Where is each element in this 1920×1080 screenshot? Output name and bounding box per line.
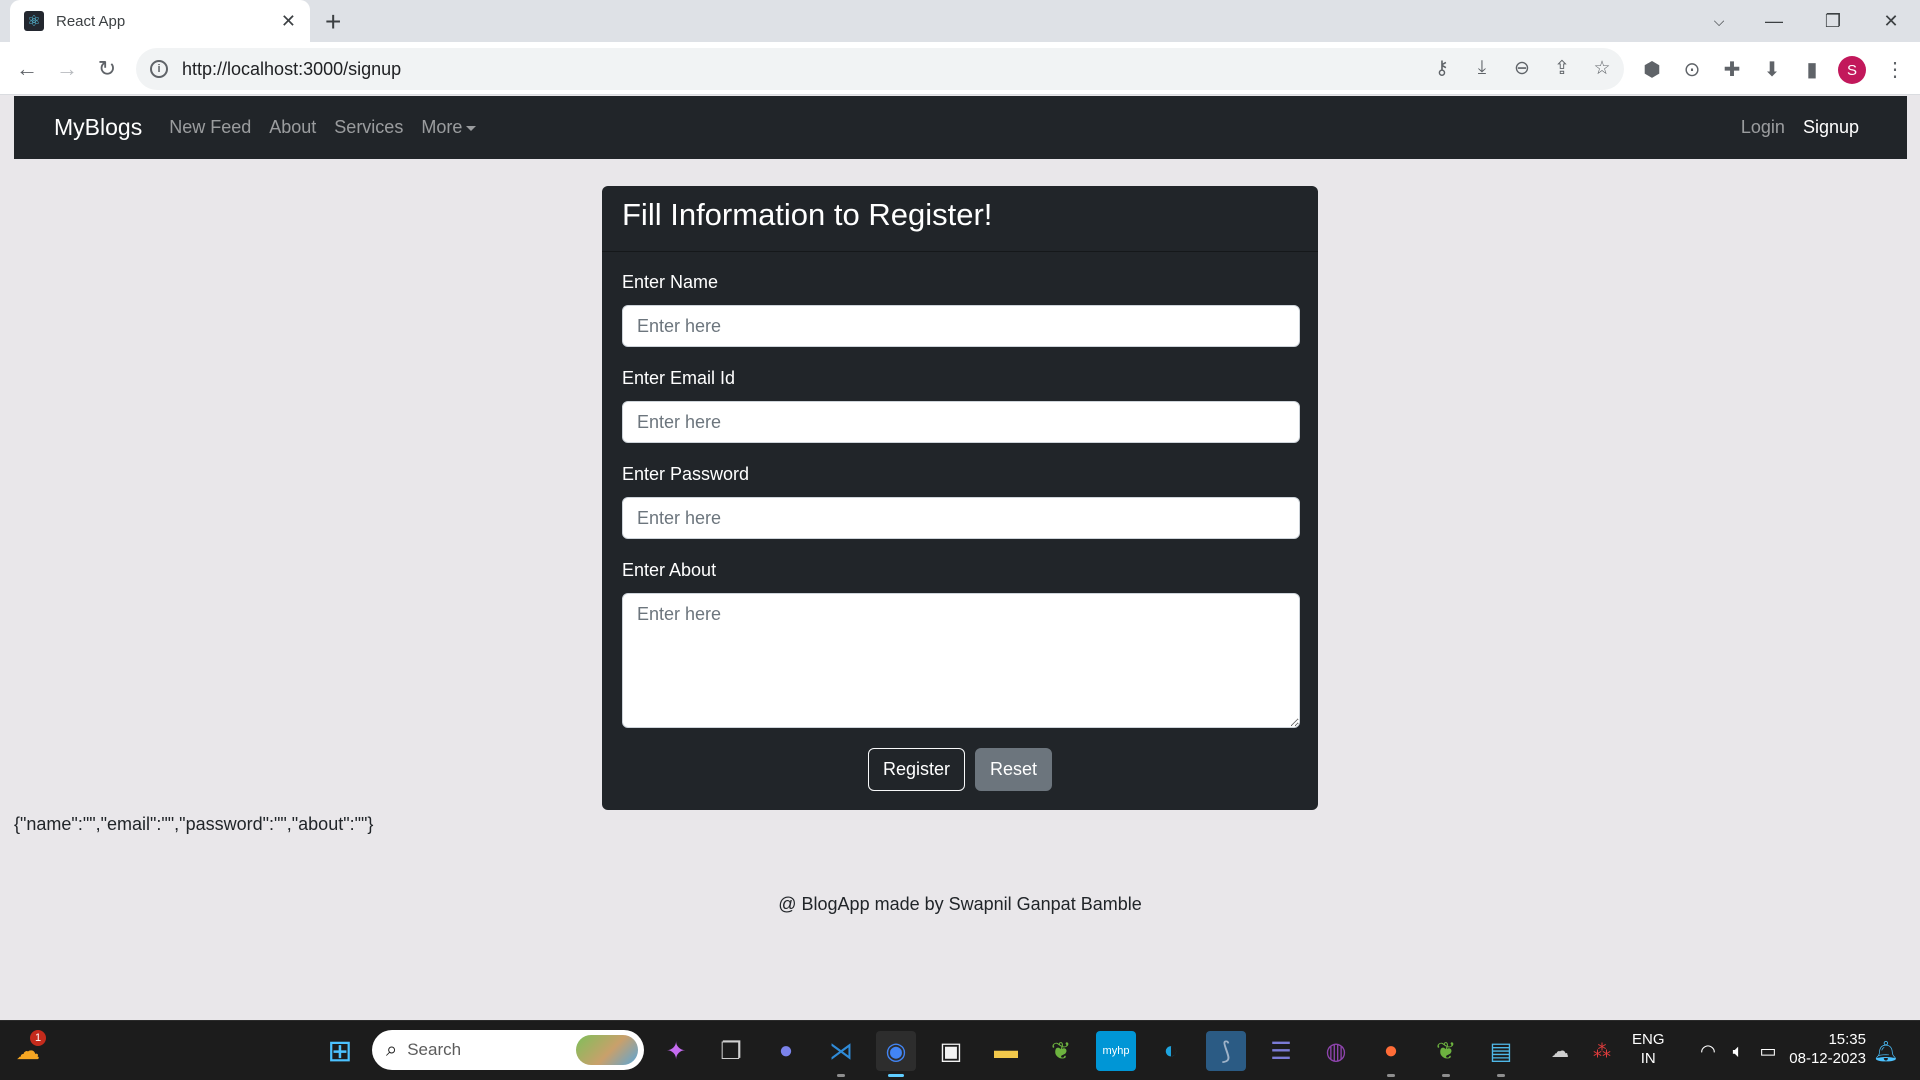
forward-arrow-icon[interactable]: → xyxy=(52,54,82,84)
menu-kebab-icon[interactable]: ⋮ xyxy=(1880,54,1910,84)
chrome-icon[interactable]: ◉ xyxy=(876,1031,916,1077)
browser-tab-bar: ⚛ React App ✕ + ⌵ — ❐ ✕ xyxy=(0,0,1920,42)
register-button[interactable]: Register xyxy=(867,748,965,791)
clock[interactable]: 15:35 08-12-2023 xyxy=(1782,1030,1866,1068)
task-view-icon[interactable]: ❐ xyxy=(711,1031,751,1071)
url-text[interactable]: http://localhost:3000/signup xyxy=(182,59,401,80)
card-header: Fill Information to Register! xyxy=(602,186,1318,252)
tab-title: React App xyxy=(56,12,126,30)
email-input[interactable] xyxy=(622,401,1300,443)
notification-bell-icon[interactable]: 🔔︎ xyxy=(1866,1031,1906,1071)
tray-app-icon[interactable]: ⁂ xyxy=(1582,1031,1622,1071)
running-indicator xyxy=(837,1074,845,1077)
password-group: Enter Password xyxy=(622,464,1300,539)
extension-cube-icon[interactable]: ⬢ xyxy=(1637,54,1667,84)
search-icon: ⌕ xyxy=(386,1038,398,1061)
react-favicon-icon: ⚛ xyxy=(24,11,44,31)
running-indicator xyxy=(1497,1074,1505,1077)
myhp-icon[interactable]: myhp xyxy=(1096,1031,1136,1071)
about-group: Enter About xyxy=(622,560,1300,733)
search-placeholder: Search xyxy=(407,1040,462,1059)
github-desktop-icon[interactable]: ◍ xyxy=(1316,1031,1356,1071)
bookmark-star-icon[interactable]: ☆ xyxy=(1588,54,1616,82)
side-panel-icon[interactable]: ▮ xyxy=(1797,54,1827,84)
browser-tab[interactable]: ⚛ React App ✕ xyxy=(10,0,310,42)
password-label: Enter Password xyxy=(622,464,750,484)
extensions-puzzle-icon[interactable]: ✚ xyxy=(1717,54,1747,84)
nav-link-login[interactable]: Login xyxy=(1741,117,1785,138)
minimize-icon[interactable]: — xyxy=(1749,0,1799,42)
site-info-icon[interactable]: i xyxy=(150,60,168,78)
email-group: Enter Email Id xyxy=(622,368,1300,443)
taskbar-search[interactable]: ⌕ Search xyxy=(372,1030,644,1070)
running-indicator xyxy=(1387,1074,1395,1077)
name-group: Enter Name xyxy=(622,272,1300,347)
extension-code-icon[interactable]: ⊙ xyxy=(1677,54,1707,84)
nav-dropdown-more-label: More xyxy=(421,117,463,137)
restore-icon[interactable]: ❐ xyxy=(1808,0,1858,42)
share-icon[interactable]: ⇪ xyxy=(1548,54,1576,82)
copilot-preview-icon[interactable]: ✦ xyxy=(656,1031,696,1071)
spring-tools-2-icon[interactable]: ❦ xyxy=(1426,1031,1466,1077)
nav-link-services[interactable]: Services xyxy=(334,117,403,138)
key-icon[interactable]: ⚷ xyxy=(1428,54,1456,82)
brand-link[interactable]: MyBlogs xyxy=(54,114,142,141)
address-bar[interactable]: i http://localhost:3000/signup xyxy=(136,48,1624,90)
password-input[interactable] xyxy=(622,497,1300,539)
spring-tools-icon[interactable]: ❦ xyxy=(1041,1031,1081,1071)
close-tab-icon[interactable]: ✕ xyxy=(281,11,296,32)
eclipse-icon[interactable]: ☰ xyxy=(1261,1031,1301,1071)
page-footer: @ BlogApp made by Swapnil Ganpat Bamble xyxy=(778,894,1142,914)
onedrive-info-icon[interactable]: ☁ xyxy=(1540,1031,1580,1071)
weather-badge: 1 xyxy=(30,1030,46,1046)
notepad-icon[interactable]: ▤ xyxy=(1481,1031,1521,1077)
search-highlight-image xyxy=(576,1035,638,1065)
region-code: IN xyxy=(1640,1050,1656,1067)
tab-search-chevron-icon[interactable]: ⌵ xyxy=(1694,0,1744,42)
language-code: ENG xyxy=(1632,1031,1665,1048)
nav-auth-links: Login Signup xyxy=(1723,117,1859,138)
active-indicator xyxy=(888,1074,904,1077)
postman-icon[interactable]: ● xyxy=(1371,1031,1411,1077)
nav-dropdown-more[interactable]: More xyxy=(421,117,477,138)
name-label: Enter Name xyxy=(622,272,719,292)
mysql-workbench-icon[interactable]: ⟆ xyxy=(1206,1031,1246,1071)
teams-chat-icon[interactable]: ● xyxy=(766,1031,806,1071)
card-body: Enter Name Enter Email Id Enter Password… xyxy=(602,252,1318,811)
app-navbar: MyBlogs New Feed About Services More Log… xyxy=(14,96,1907,159)
edge-icon[interactable]: ◐ xyxy=(1151,1031,1191,1071)
language-indicator[interactable]: ENG IN xyxy=(1632,1030,1665,1068)
clock-date: 08-12-2023 xyxy=(1789,1050,1866,1067)
new-tab-icon[interactable]: + xyxy=(325,6,341,38)
windows-start-icon[interactable]: ⊞ xyxy=(320,1031,360,1071)
downloads-icon[interactable]: ⬇ xyxy=(1757,54,1787,84)
name-input[interactable] xyxy=(622,305,1300,347)
about-label: Enter About xyxy=(622,560,717,580)
nav-link-new-feed[interactable]: New Feed xyxy=(169,117,251,138)
caret-down-icon xyxy=(466,125,477,131)
email-label: Enter Email Id xyxy=(622,368,736,388)
profile-avatar[interactable]: S xyxy=(1838,56,1866,84)
install-app-icon[interactable]: ⤓ xyxy=(1468,54,1496,82)
running-indicator xyxy=(1442,1074,1450,1077)
about-textarea[interactable] xyxy=(622,593,1300,728)
nav-link-signup[interactable]: Signup xyxy=(1803,117,1859,138)
window-close-icon[interactable]: ✕ xyxy=(1866,0,1916,42)
reload-icon[interactable]: ↻ xyxy=(92,54,122,84)
microsoft-store-icon[interactable]: ▣ xyxy=(931,1031,971,1071)
form-state-json: {"name":"","email":"","password":"","abo… xyxy=(14,814,374,834)
back-arrow-icon[interactable]: ← xyxy=(12,54,42,84)
nav-links: New Feed About Services More xyxy=(169,117,494,138)
file-explorer-icon[interactable]: ▬ xyxy=(986,1031,1026,1071)
register-card: Fill Information to Register! Enter Name… xyxy=(602,186,1318,810)
form-actions: Register Reset xyxy=(622,748,1298,791)
nav-link-about[interactable]: About xyxy=(269,117,316,138)
vscode-icon[interactable]: ⋊ xyxy=(821,1031,861,1077)
browser-toolbar: ← → ↻ i http://localhost:3000/signup xyxy=(0,42,1920,95)
form-title: Fill Information to Register! xyxy=(622,197,993,232)
clock-time: 15:35 xyxy=(1828,1031,1866,1048)
reset-button[interactable]: Reset xyxy=(975,748,1053,791)
zoom-out-icon[interactable]: ⊖ xyxy=(1508,54,1536,82)
